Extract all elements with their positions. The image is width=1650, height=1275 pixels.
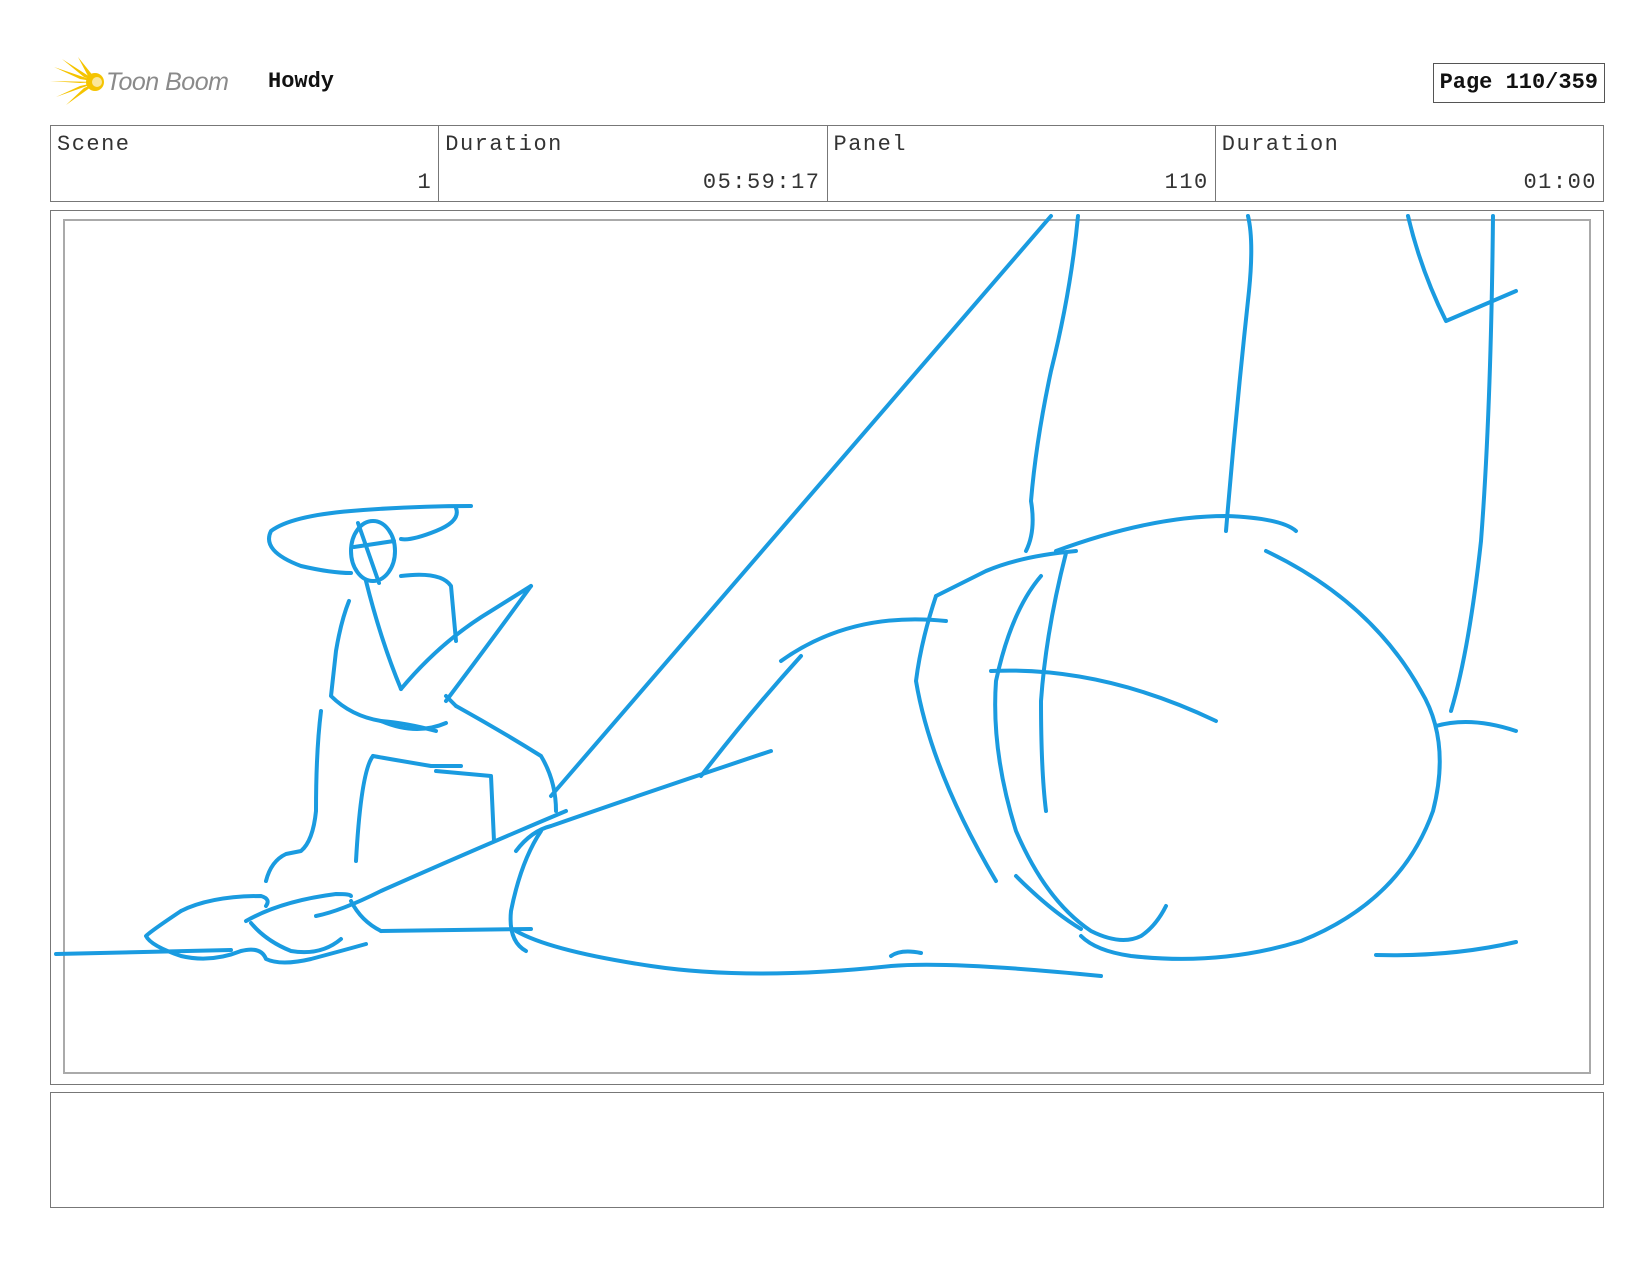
page-header: Toon Boom Howdy Page 110/359	[50, 55, 1605, 110]
project-title: Howdy	[268, 69, 335, 94]
scene-duration-cell: Duration 05:59:17	[439, 126, 828, 201]
scene-value: 1	[417, 170, 433, 195]
storyboard-panel	[50, 210, 1604, 1085]
panel-cell: Panel 110	[828, 126, 1216, 201]
logo-text: Toon Boom	[106, 68, 229, 96]
starburst-icon	[50, 57, 104, 105]
page-number: Page 110/359	[1432, 63, 1605, 103]
scene-cell: Scene 1	[51, 126, 440, 201]
scene-duration-value: 05:59:17	[702, 170, 821, 195]
scene-duration-label: Duration	[445, 132, 563, 157]
panel-duration-value: 01:00	[1523, 170, 1597, 195]
panel-duration-label: Duration	[1221, 132, 1340, 157]
sketch-drawing	[54, 214, 1518, 978]
scene-label: Scene	[57, 132, 131, 157]
panel-notes	[50, 1092, 1604, 1208]
panel-duration-cell: Duration 01:00	[1216, 126, 1603, 201]
panel-label: Panel	[833, 132, 908, 157]
toon-boom-logo: Toon Boom	[50, 57, 250, 107]
panel-value: 110	[1164, 170, 1209, 195]
panel-info-table: Scene 1 Duration 05:59:17 Panel 110 Dura…	[50, 125, 1604, 202]
